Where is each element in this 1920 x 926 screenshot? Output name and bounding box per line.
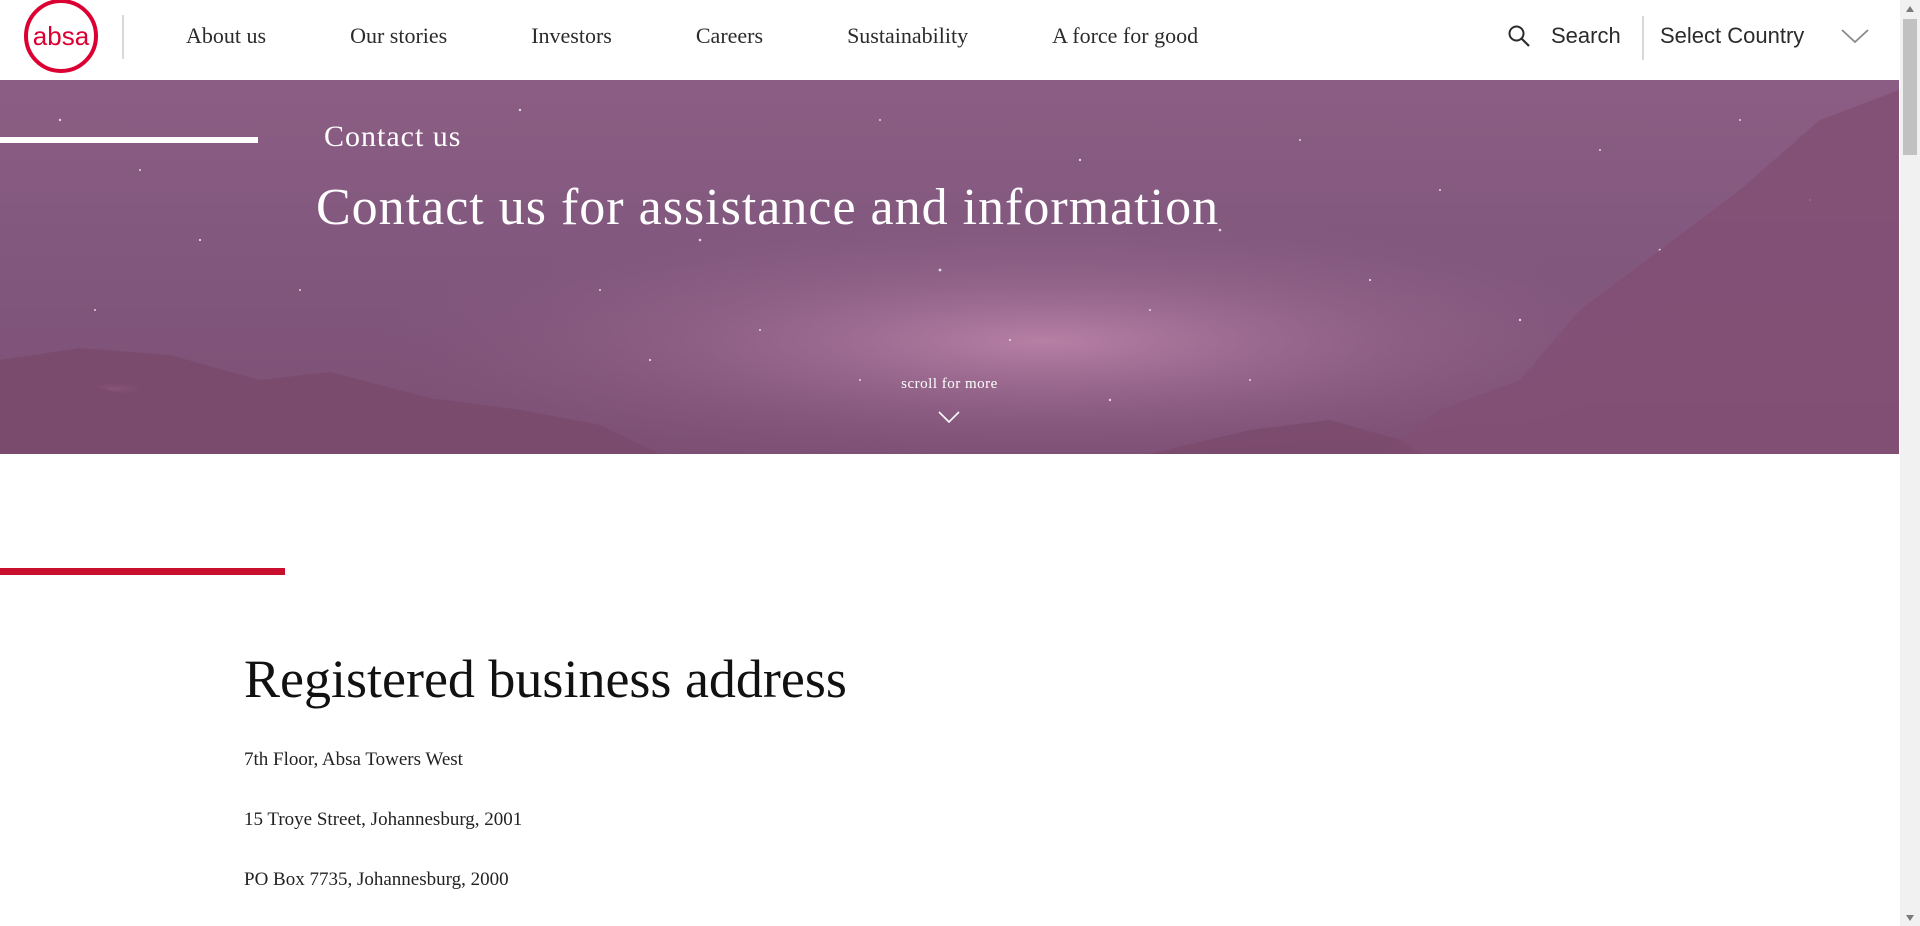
main-nav: About us Our stories Investors Careers S…: [186, 0, 1282, 72]
logo-divider: [122, 15, 124, 59]
scroll-up-arrow-icon[interactable]: [1900, 0, 1920, 17]
address-line: PO Box 7735, Johannesburg, 2000: [244, 869, 509, 890]
hero-accent-line: [0, 137, 258, 143]
search-icon: [1508, 25, 1530, 47]
address-line: 15 Troye Street, Johannesburg, 2001: [244, 809, 523, 830]
country-select[interactable]: Select Country: [1660, 0, 1870, 72]
hero-banner: Contact us Contact us for assistance and…: [0, 80, 1899, 454]
search-label: Search: [1551, 23, 1621, 48]
address-line: 7th Floor, Absa Towers West: [244, 749, 463, 770]
nav-force-for-good[interactable]: A force for good: [1052, 23, 1198, 49]
nav-careers[interactable]: Careers: [696, 23, 763, 49]
scrollbar-thumb[interactable]: [1903, 19, 1917, 155]
country-select-label: Select Country: [1660, 23, 1805, 48]
nav-sustainability[interactable]: Sustainability: [847, 23, 968, 49]
nav-our-stories[interactable]: Our stories: [350, 23, 447, 49]
vertical-scrollbar[interactable]: [1900, 0, 1920, 926]
scroll-down-arrow-icon[interactable]: [1900, 909, 1920, 926]
section-title: Registered business address: [244, 649, 847, 709]
section-accent-line: [0, 568, 285, 575]
nav-about-us[interactable]: About us: [186, 23, 266, 49]
logo-text: absa: [33, 21, 90, 51]
nav-investors[interactable]: Investors: [531, 23, 612, 49]
country-divider: [1642, 16, 1644, 60]
hero-background-image: [0, 80, 1899, 454]
chevron-down-icon: [1841, 29, 1869, 44]
hero-title: Contact us for assistance and informatio…: [316, 179, 1220, 236]
search-button[interactable]: Search: [1507, 0, 1621, 72]
scroll-chevron-down-icon[interactable]: [938, 410, 960, 424]
hero-eyebrow: Contact us: [324, 120, 462, 153]
site-header: absa About us Our stories Investors Care…: [0, 0, 1900, 80]
scroll-for-more-link[interactable]: scroll for more: [0, 376, 1899, 393]
absa-logo[interactable]: absa: [23, 0, 99, 74]
